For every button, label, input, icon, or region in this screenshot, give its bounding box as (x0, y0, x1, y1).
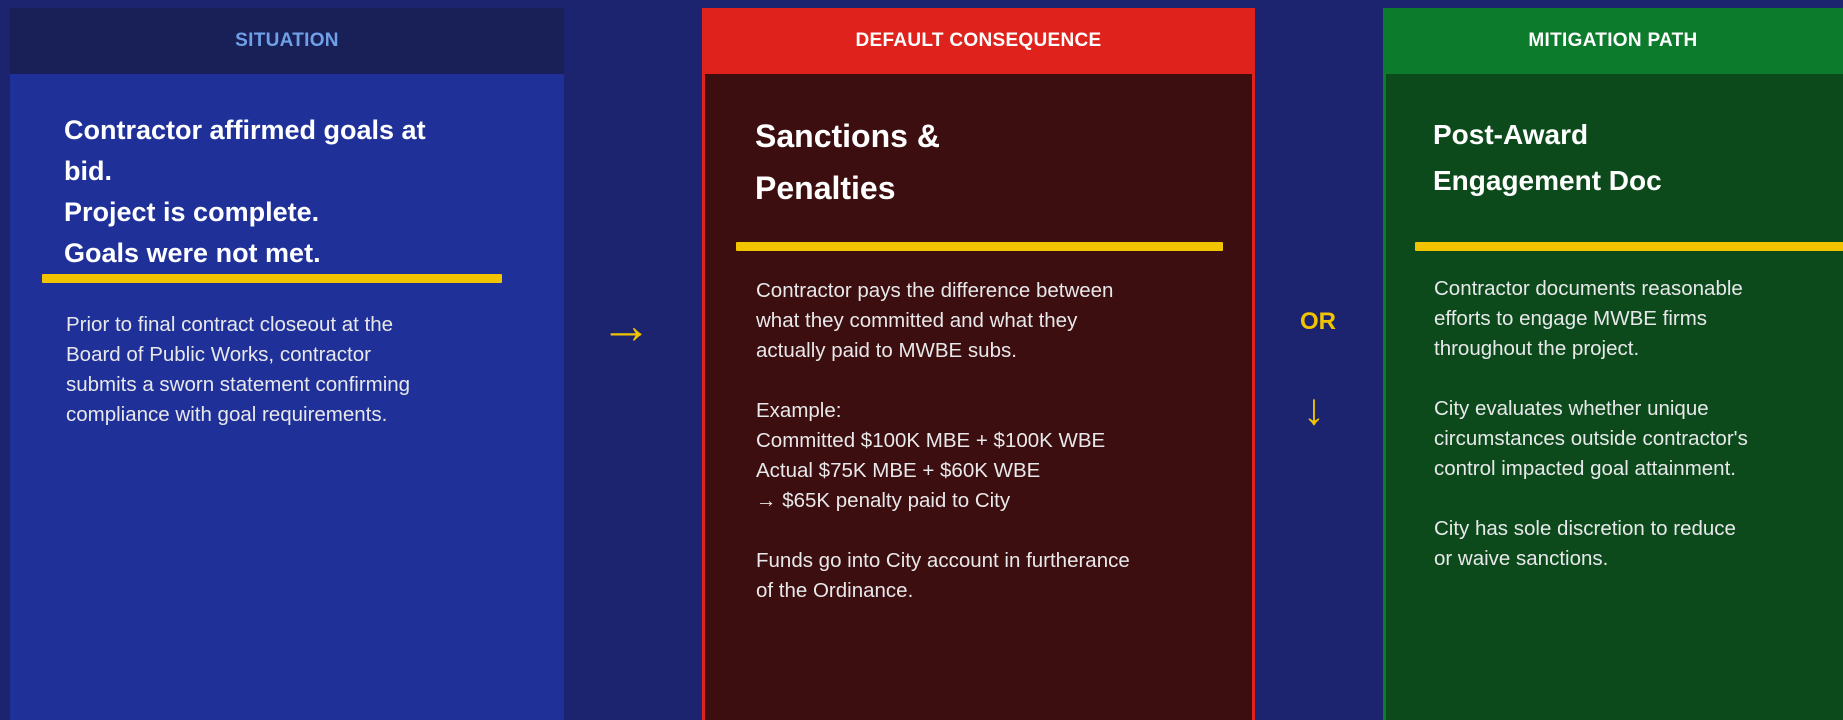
default-title-line: Sanctions & (755, 118, 940, 154)
default-text-line: actually paid to MWBE subs. (756, 339, 1017, 362)
default-text-line: Committed $100K MBE + $100K WBE (756, 429, 1106, 452)
situation-text-line: compliance with goal requirements. (66, 403, 388, 426)
situation-title-line: Contractor affirmed goals at (64, 115, 426, 145)
default-text-line: Funds go into City account in furtheranc… (756, 549, 1130, 572)
mitigation-text-line: City evaluates whether unique (1434, 397, 1709, 420)
mitigation-paragraph: City evaluates whether unique circumstan… (1434, 394, 1748, 484)
default-text-line: of the Ordinance. (756, 579, 914, 602)
mitigation-title-line: Post-Award (1433, 119, 1589, 150)
or-label: OR (1300, 308, 1336, 335)
default-example: Example: Committed $100K MBE + $100K WBE… (756, 396, 1130, 516)
default-consequence-description: Contractor pays the difference between w… (756, 276, 1130, 606)
default-consequence-panel: DEFAULT CONSEQUENCE Sanctions & Penaltie… (702, 8, 1255, 720)
situation-title-line: Goals were not met. (64, 238, 321, 268)
mitigation-text-line: City has sole discretion to reduce (1434, 517, 1736, 540)
mitigation-text-line: efforts to engage MWBE firms (1434, 307, 1708, 330)
default-text-line: Example: (756, 399, 842, 422)
situation-text-line: Board of Public Works, contractor (66, 343, 371, 366)
mitigation-path-description: Contractor documents reasonable efforts … (1434, 274, 1748, 574)
default-consequence-header: DEFAULT CONSEQUENCE (702, 8, 1255, 74)
mitigation-title-line: Engagement Doc (1433, 165, 1662, 196)
mitigation-text-line: circumstances outside contractor's (1434, 427, 1748, 450)
arrow-right-icon: → (600, 297, 652, 355)
default-paragraph: Funds go into City account in furtheranc… (756, 546, 1130, 606)
situation-title-line: bid. (64, 156, 112, 186)
mitigation-text-line: Contractor documents reasonable (1434, 277, 1743, 300)
arrow-down-icon: ↓ (1303, 385, 1325, 434)
default-text-line: Actual $75K MBE + $60K WBE (756, 459, 1041, 482)
mitigation-path-header: MITIGATION PATH (1383, 8, 1843, 74)
situation-panel: SITUATION Contractor affirmed goals at b… (10, 8, 564, 720)
default-text-line: Contractor pays the difference between (756, 279, 1114, 302)
situation-divider (42, 274, 502, 283)
default-text-line: → $65K penalty paid to City (756, 489, 1011, 512)
default-text-line: what they committed and what they (756, 309, 1078, 332)
mitigation-text-line: or waive sanctions. (1434, 547, 1609, 570)
mitigation-path-panel: MITIGATION PATH Post-Award Engagement Do… (1383, 8, 1843, 720)
situation-title-line: Project is complete. (64, 197, 320, 227)
default-title-line: Penalties (755, 170, 896, 206)
mitigation-path-divider (1415, 242, 1843, 251)
situation-description: Prior to final contract closeout at the … (66, 310, 410, 430)
default-consequence-divider (736, 242, 1223, 251)
default-paragraph: Contractor pays the difference between w… (756, 276, 1130, 366)
default-consequence-title: Sanctions & Penalties (755, 110, 940, 214)
mitigation-paragraph: Contractor documents reasonable efforts … (1434, 274, 1748, 364)
situation-text-line: submits a sworn statement confirming (66, 373, 411, 396)
mitigation-path-title: Post-Award Engagement Doc (1433, 112, 1662, 204)
mitigation-text-line: throughout the project. (1434, 337, 1640, 360)
mitigation-text-line: control impacted goal attainment. (1434, 457, 1736, 480)
situation-header: SITUATION (10, 8, 564, 74)
situation-text-line: Prior to final contract closeout at the (66, 313, 394, 336)
situation-title: Contractor affirmed goals at bid. Projec… (64, 110, 426, 274)
mitigation-paragraph: City has sole discretion to reduce or wa… (1434, 514, 1748, 574)
